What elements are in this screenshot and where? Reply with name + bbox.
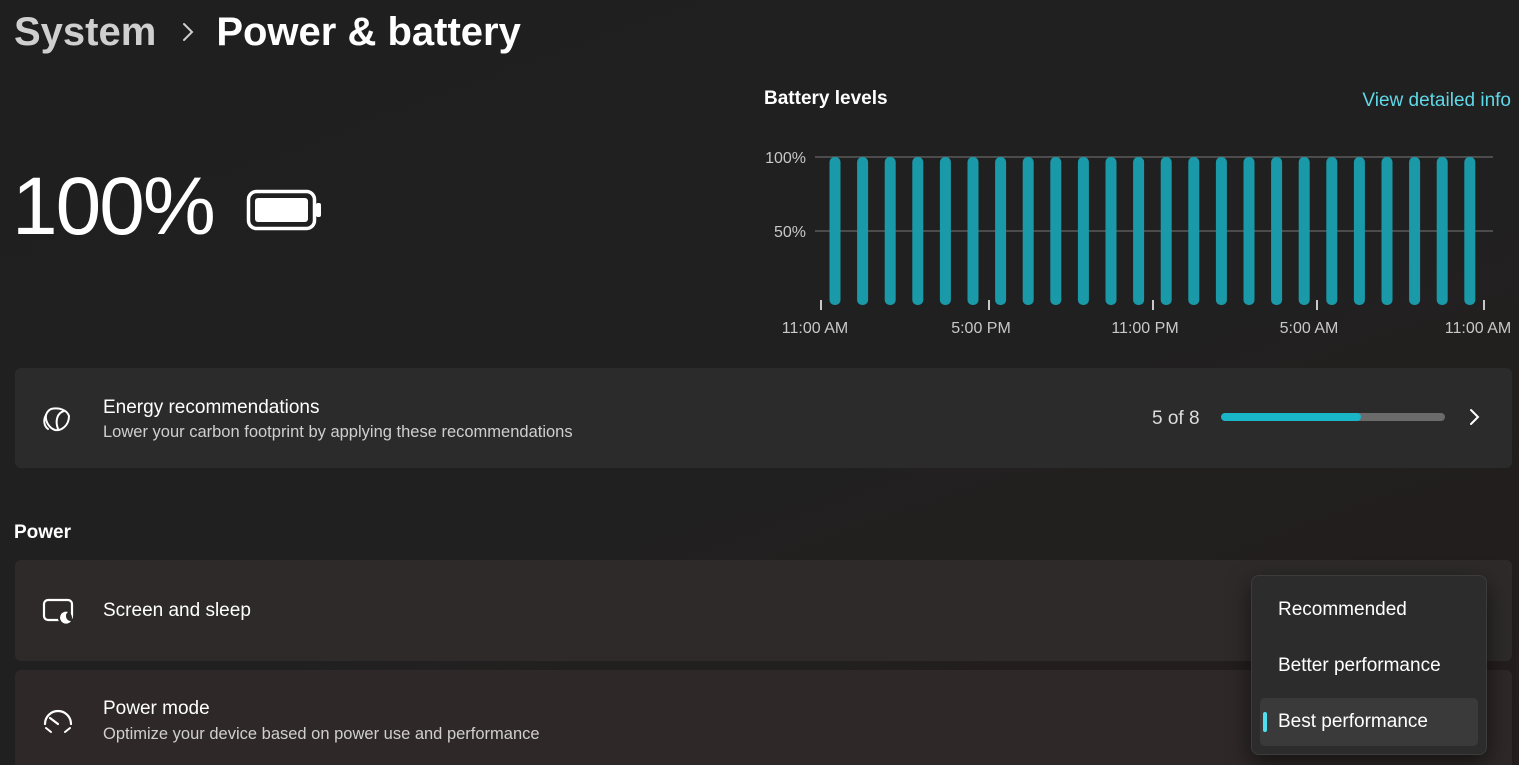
chart-bar xyxy=(1409,157,1421,305)
x-tick-label: 11:00 AM xyxy=(1445,320,1511,337)
chart-bar xyxy=(1381,157,1393,305)
recommendations-progress xyxy=(1221,413,1445,421)
chart-bar xyxy=(1271,157,1283,305)
power-mode-menu: Recommended Better performance Best perf… xyxy=(1251,575,1487,755)
chart-bar xyxy=(857,157,869,305)
chart-bar xyxy=(1133,157,1145,305)
chart-bar xyxy=(1050,157,1062,305)
menu-item-best-performance[interactable]: Best performance xyxy=(1260,698,1478,746)
menu-item-label: Better performance xyxy=(1278,655,1441,676)
breadcrumb: System Power & battery xyxy=(14,6,521,58)
recommendations-count: 5 of 8 xyxy=(1152,408,1200,429)
chart-bar xyxy=(1077,157,1089,305)
power-mode-subtitle: Optimize your device based on power use … xyxy=(103,725,540,743)
x-tick-label: 11:00 PM xyxy=(1111,320,1178,337)
chart-bar xyxy=(1326,157,1338,305)
chart-bar xyxy=(1215,157,1227,305)
chart-bar xyxy=(967,157,979,305)
chart-bar xyxy=(1105,157,1117,305)
chart-bar xyxy=(912,157,924,305)
energy-subtitle: Lower your carbon footprint by applying … xyxy=(103,423,573,441)
chart-bar xyxy=(1160,157,1172,305)
page-title: Power & battery xyxy=(216,9,521,54)
x-tick-label: 11:00 AM xyxy=(782,320,848,337)
battery-levels-chart: 100% 50% 11:00 AM 5:00 PM 11:00 PM 5:00 AM 11:… xyxy=(765,150,1511,337)
chart-bar xyxy=(939,157,951,305)
chart-bar xyxy=(884,157,896,305)
power-section-label: Power xyxy=(14,522,72,543)
chart-bar xyxy=(1298,157,1310,305)
screen-sleep-icon xyxy=(41,596,75,630)
x-tick-label: 5:00 AM xyxy=(1280,320,1339,337)
leaf-icon xyxy=(41,402,75,436)
energy-recommendations-card[interactable]: Energy recommendations Lower your carbon… xyxy=(15,368,1512,468)
chart-bar xyxy=(1436,157,1448,305)
chevron-right-icon[interactable] xyxy=(1467,406,1481,433)
screen-sleep-title: Screen and sleep xyxy=(103,600,251,621)
chart-bar xyxy=(1243,157,1255,305)
chart-bar xyxy=(1188,157,1200,305)
chart-title: Battery levels xyxy=(764,88,888,109)
menu-item-recommended[interactable]: Recommended xyxy=(1260,586,1478,634)
power-mode-title: Power mode xyxy=(103,698,210,719)
progress-fill xyxy=(1221,413,1361,421)
chart-bar xyxy=(829,157,841,305)
view-detailed-info-link[interactable]: View detailed info xyxy=(1362,90,1511,112)
chart-bar xyxy=(995,157,1007,305)
chart-bar xyxy=(1464,157,1476,305)
menu-item-label: Recommended xyxy=(1278,599,1407,620)
battery-full-icon xyxy=(246,189,324,236)
energy-title: Energy recommendations xyxy=(103,397,320,418)
chart-bar xyxy=(1353,157,1365,305)
chevron-right-icon xyxy=(182,22,194,42)
y-tick-label: 100% xyxy=(765,150,806,167)
gauge-icon xyxy=(41,704,75,738)
selection-indicator xyxy=(1263,712,1267,732)
menu-item-label: Best performance xyxy=(1278,711,1428,732)
chart-bar xyxy=(1022,157,1034,305)
battery-percentage: 100% xyxy=(12,161,216,252)
breadcrumb-system[interactable]: System xyxy=(14,10,156,55)
menu-item-better-performance[interactable]: Better performance xyxy=(1260,642,1478,690)
x-tick-label: 5:00 PM xyxy=(951,320,1011,337)
y-tick-label: 50% xyxy=(774,224,806,241)
